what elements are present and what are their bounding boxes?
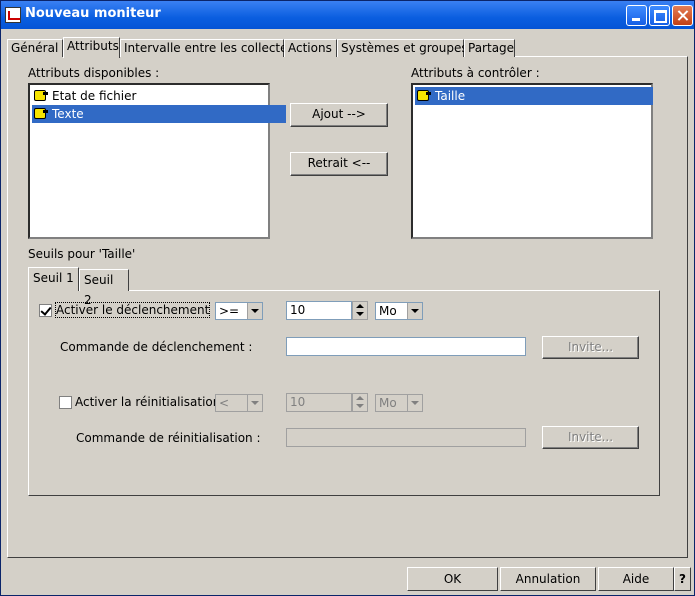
attribute-icon: [34, 107, 49, 120]
chevron-down-icon[interactable]: [407, 395, 422, 411]
close-icon[interactable]: [672, 5, 693, 26]
help-button[interactable]: Aide: [598, 567, 674, 591]
attribute-icon: [34, 89, 49, 102]
trigger-operator-select[interactable]: >=: [215, 302, 263, 320]
chevron-down-icon[interactable]: [247, 303, 262, 319]
reset-command-field[interactable]: [286, 428, 526, 447]
trigger-value-field[interactable]: 10: [286, 301, 352, 320]
list-item-label: Etat de fichier: [52, 89, 137, 103]
reset-value-spinner[interactable]: [352, 393, 368, 412]
thresholds-label: Seuils pour 'Taille': [28, 247, 136, 261]
trigger-checkbox-label[interactable]: Activer le déclenchement: [54, 302, 211, 318]
chevron-down-icon[interactable]: [407, 303, 422, 319]
trigger-prompt-button[interactable]: Invite...: [542, 336, 639, 359]
trigger-unit-value: Mo: [379, 304, 397, 318]
minimize-icon[interactable]: [626, 5, 647, 26]
trigger-unit-select[interactable]: Mo: [375, 302, 423, 320]
ok-button[interactable]: OK: [407, 567, 498, 591]
remove-button[interactable]: Retrait <--: [290, 152, 388, 176]
monitored-attributes-list[interactable]: Taille: [411, 83, 653, 239]
trigger-command-field[interactable]: [286, 337, 526, 356]
reset-unit-value: Mo: [379, 396, 397, 410]
reset-command-label: Commande de réinitialisation :: [76, 431, 261, 445]
reset-checkbox-label[interactable]: Activer la réinitialisation: [75, 395, 220, 409]
tab-threshold-1[interactable]: Seuil 1: [28, 267, 79, 291]
trigger-command-label: Commande de déclenchement :: [60, 340, 253, 354]
cancel-button[interactable]: Annulation: [500, 567, 596, 591]
trigger-checkbox[interactable]: [39, 304, 52, 317]
reset-checkbox[interactable]: [59, 396, 72, 409]
monitor-app-icon: [5, 7, 21, 23]
tab-collection-interval[interactable]: Intervalle entre les collectes: [120, 39, 294, 57]
reset-prompt-button[interactable]: Invite...: [542, 426, 639, 449]
attribute-icon: [417, 89, 432, 102]
add-button[interactable]: Ajout -->: [290, 103, 388, 127]
list-item-label: Texte: [52, 107, 84, 121]
chevron-down-icon[interactable]: [247, 395, 262, 411]
reset-unit-select[interactable]: Mo: [375, 394, 423, 412]
title-bar[interactable]: Nouveau moniteur: [1, 1, 694, 29]
maximize-icon[interactable]: [649, 5, 670, 26]
available-attributes-label: Attributs disponibles :: [28, 66, 160, 80]
tab-actions[interactable]: Actions: [284, 39, 337, 57]
list-item[interactable]: Taille: [415, 87, 653, 105]
list-item[interactable]: Texte: [32, 105, 286, 123]
reset-operator-value: <: [219, 396, 230, 410]
tab-attributes[interactable]: Attributs: [63, 37, 120, 58]
trigger-value-spinner[interactable]: [352, 301, 368, 320]
list-item[interactable]: Etat de fichier: [32, 87, 286, 105]
tab-threshold-2[interactable]: Seuil 2: [79, 269, 129, 307]
tab-general[interactable]: Général: [7, 39, 63, 57]
context-help-button[interactable]: ?: [674, 567, 691, 591]
reset-value-field[interactable]: 10: [286, 393, 352, 412]
available-attributes-list[interactable]: Etat de fichier Texte: [28, 83, 286, 239]
reset-operator-select[interactable]: <: [215, 394, 263, 412]
trigger-operator-value: >=: [219, 304, 240, 318]
tab-systems-groups[interactable]: Systèmes et groupes: [337, 39, 468, 57]
tab-sharing[interactable]: Partage: [464, 39, 515, 57]
monitor-dialog: Nouveau moniteur Général Attributs Inter…: [0, 0, 695, 596]
monitored-attributes-label: Attributs à contrôler :: [411, 66, 540, 80]
list-item-label: Taille: [435, 89, 466, 103]
window-title: Nouveau moniteur: [25, 6, 161, 21]
